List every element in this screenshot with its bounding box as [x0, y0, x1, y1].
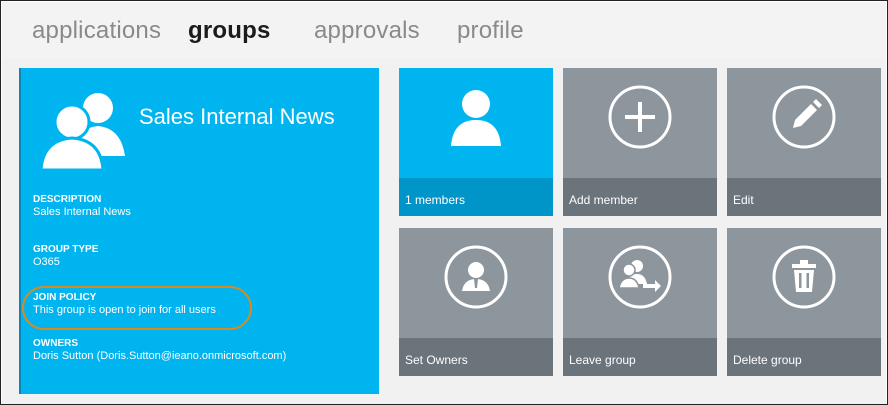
- description-field: DESCRIPTION Sales Internal News: [33, 194, 131, 219]
- pencil-circle-icon: [772, 85, 836, 149]
- tile-label: Delete group: [733, 353, 802, 367]
- tile-label: 1 members: [405, 193, 466, 207]
- field-label: DESCRIPTION: [33, 194, 102, 205]
- tile-label: Set Owners: [405, 353, 468, 367]
- leave-group-tile[interactable]: Leave group: [563, 228, 717, 376]
- field-label: GROUP TYPE: [33, 244, 99, 255]
- field-label: OWNERS: [33, 338, 78, 349]
- set-owners-tile[interactable]: Set Owners: [399, 228, 553, 376]
- group-title: Sales Internal News: [139, 104, 335, 129]
- app-frame: applications groups approvals profile Sa…: [0, 0, 888, 405]
- members-tile[interactable]: 1 members: [399, 68, 553, 216]
- person-icon: [451, 90, 501, 146]
- add-member-tile[interactable]: Add member: [563, 68, 717, 216]
- group-people-icon: [39, 93, 125, 170]
- leave-group-circle-icon: [608, 245, 672, 309]
- tile-label: Add member: [569, 193, 638, 207]
- join-policy-highlight: [22, 286, 252, 330]
- main-content: Sales Internal News DESCRIPTION Sales In…: [2, 58, 886, 404]
- tab-approvals[interactable]: approvals: [314, 17, 420, 45]
- top-navigation: applications groups approvals profile: [2, 2, 886, 58]
- owner-circle-icon: [444, 245, 508, 309]
- trash-circle-icon: [772, 245, 836, 309]
- tile-label: Leave group: [569, 353, 636, 367]
- tile-label: Edit: [733, 193, 754, 207]
- delete-group-tile[interactable]: Delete group: [727, 228, 881, 376]
- field-value: Sales Internal News: [33, 206, 131, 218]
- field-value: Doris Sutton (Doris.Sutton@ieano.onmicro…: [33, 350, 287, 362]
- plus-circle-icon: [608, 85, 672, 149]
- group-detail-card: Sales Internal News DESCRIPTION Sales In…: [19, 68, 379, 394]
- tab-profile[interactable]: profile: [457, 17, 524, 45]
- edit-tile[interactable]: Edit: [727, 68, 881, 216]
- tab-applications[interactable]: applications: [32, 17, 161, 45]
- tab-groups[interactable]: groups: [188, 17, 271, 45]
- owners-field: OWNERS Doris Sutton (Doris.Sutton@ieano.…: [33, 338, 286, 363]
- field-value: O365: [33, 256, 60, 268]
- group-type-field: GROUP TYPE O365: [33, 244, 98, 269]
